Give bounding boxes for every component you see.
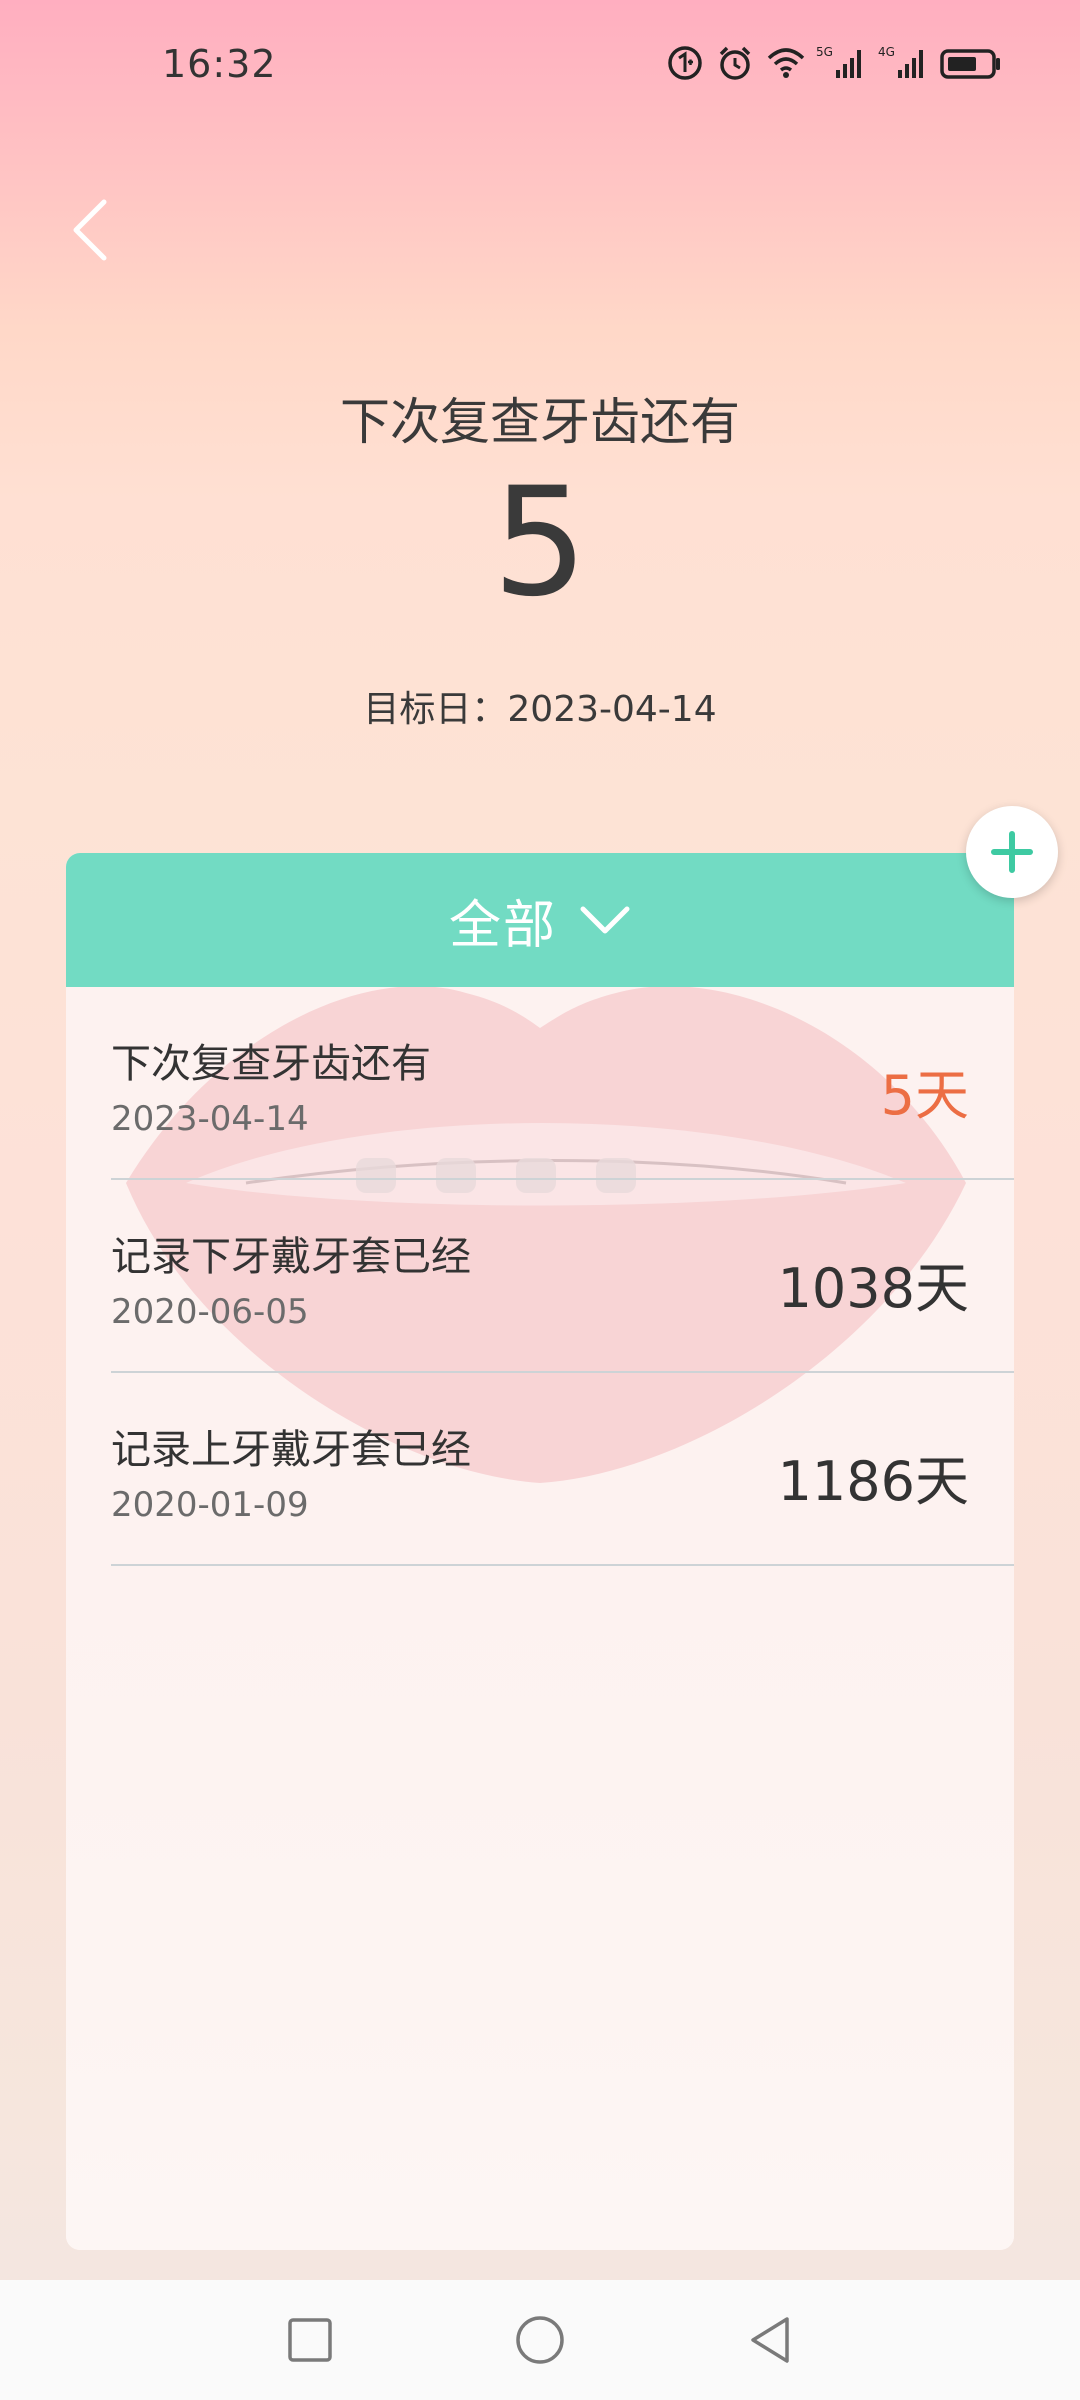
event-days: 1186天 (777, 1450, 969, 1513)
event-item[interactable]: 记录下牙戴牙套已经 2020-06-05 1038天 (111, 1180, 1014, 1373)
data-saver-icon (666, 44, 704, 82)
home-button[interactable] (510, 2310, 570, 2370)
back-triangle-icon (751, 2317, 789, 2363)
target-date-row: 目标日：2023-04-14 (0, 680, 1080, 732)
filter-dropdown[interactable]: 全部 (66, 853, 1014, 987)
event-date: 2023-04-14 (111, 1099, 309, 1139)
alarm-icon (716, 44, 754, 82)
back-button[interactable] (60, 190, 120, 270)
status-icons: 5G 4G (666, 44, 1002, 82)
signal-5g-icon: 5G (816, 44, 866, 82)
recents-button[interactable] (280, 2310, 340, 2370)
event-title: 下次复查牙齿还有 (111, 1041, 431, 1087)
event-days: 1038天 (777, 1257, 969, 1320)
event-item[interactable]: 记录上牙戴牙套已经 2020-01-09 1186天 (111, 1373, 1014, 1566)
signal-4g-icon: 4G (878, 44, 928, 82)
event-date: 2020-01-09 (111, 1485, 309, 1525)
countdown-days: 5 (492, 456, 588, 630)
event-item[interactable]: 下次复查牙齿还有 2023-04-14 5天 (111, 987, 1014, 1180)
signal-4g-label: 4G (878, 45, 895, 59)
countdown-title: 下次复查牙齿还有 (340, 393, 740, 451)
add-event-button[interactable] (966, 806, 1058, 898)
event-title: 记录上牙戴牙套已经 (111, 1427, 471, 1473)
status-bar: 16:32 5G 4G (0, 0, 1080, 136)
plus-icon (991, 831, 1033, 873)
event-title: 记录下牙戴牙套已经 (111, 1234, 471, 1280)
wifi-icon (766, 44, 805, 82)
event-list: 下次复查牙齿还有 2023-04-14 5天 记录下牙戴牙套已经 2020-06… (66, 987, 1014, 1566)
status-time: 16:32 (162, 42, 277, 86)
home-circle-icon (516, 2316, 564, 2364)
back-nav-button[interactable] (740, 2310, 800, 2370)
event-card: 全部 下次复查牙齿还有 2023-04-14 5天 记录下牙戴牙套已经 2020… (66, 853, 1014, 2250)
chevron-down-icon (580, 906, 630, 934)
chevron-left-icon (73, 199, 107, 261)
event-date: 2020-06-05 (111, 1292, 309, 1332)
target-date-label: 目标日： (363, 689, 508, 730)
recents-square-icon (288, 2318, 332, 2362)
target-date-value: 2023-04-14 (507, 689, 717, 730)
filter-label: 全部 (448, 895, 557, 956)
event-days: 5天 (880, 1064, 969, 1127)
system-navigation-bar (0, 2280, 1080, 2400)
battery-icon (940, 44, 1002, 82)
signal-5g-label: 5G (816, 45, 833, 59)
